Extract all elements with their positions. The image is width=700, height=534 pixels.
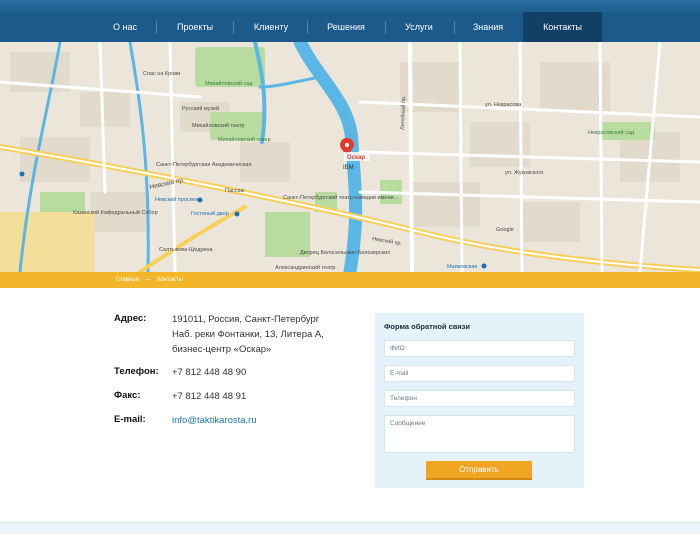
map-company-label: IBM: [343, 165, 354, 171]
nav-item-projects[interactable]: Проекты: [165, 12, 225, 42]
breadcrumb-home-link[interactable]: Главная: [116, 272, 139, 288]
nav-item-services[interactable]: Услуги: [393, 12, 445, 42]
map-label-passage: Пассаж: [225, 188, 245, 194]
map-label-spas: Спас на Крови: [143, 71, 180, 77]
nav-item-clients[interactable]: Клиенту: [243, 12, 299, 42]
map-label-kazan-cathedral: Казанский Кафедральный Собор: [73, 209, 158, 216]
email-label: E-mail:: [114, 414, 146, 425]
address-line-2: Наб. реки Фонтанки, 13, Литера А,: [172, 329, 324, 340]
nav-separator: [307, 21, 308, 34]
top-banner-strip: [0, 0, 700, 12]
footer-strip: [0, 522, 700, 534]
map-label-mikhailovsky-theatre: Михайловский театр: [192, 122, 245, 129]
map-label-nekrasova: ул. Некрасова: [485, 102, 522, 108]
map-label-russian-museum: Русский музей: [182, 105, 219, 112]
nav-separator: [156, 21, 157, 34]
nav-separator: [233, 21, 234, 34]
map-label-saltykova: Салтыкова-Щедрина: [159, 247, 214, 253]
address-line-3: бизнес-центр «Оскар»: [172, 344, 272, 355]
breadcrumb: Главная — Контакты: [0, 272, 700, 288]
nav-separator: [454, 21, 455, 34]
address-line-1: 191011, Россия, Санкт-Петербург: [172, 314, 320, 325]
map-label-mayakovskaya: Маяковская: [447, 264, 477, 270]
phone-field[interactable]: Телефон: [384, 390, 575, 407]
email-link[interactable]: info@taktikarosta.ru: [172, 413, 257, 429]
map-label-mikhailovsky-square: Михайловский сквер: [218, 136, 271, 143]
map-label-comedy-theatre: Санкт-Петербургский театр комедии имени.…: [283, 194, 399, 201]
map-canvas[interactable]: Михайловский сад Спас на Крови Русский м…: [0, 42, 700, 272]
phone-label: Телефон:: [114, 366, 159, 377]
nav-item-about[interactable]: О нас: [100, 12, 150, 42]
name-field[interactable]: ФИО: [384, 340, 575, 357]
phone-value: +7 812 448 48 90: [172, 367, 247, 378]
nav-item-solutions[interactable]: Решения: [316, 12, 376, 42]
nav-item-knowledge[interactable]: Знания: [462, 12, 514, 42]
map-label-google: Google: [496, 227, 514, 233]
map-label-nevsky-metro: Невский проспект: [155, 196, 201, 203]
main-navigation: О нас Проекты Клиенту Решения Услуги Зна…: [0, 12, 700, 42]
map-label-mikhailovsky-garden: Михайловский сад: [205, 80, 253, 87]
breadcrumb-current: Контакты: [157, 277, 183, 283]
location-map[interactable]: Михайловский сад Спас на Крови Русский м…: [0, 42, 700, 272]
feedback-form-title: Форма обратной связи: [384, 322, 471, 331]
map-label-zhukovskogo: ул. Жуковского: [505, 170, 543, 176]
nav-separator: [385, 21, 386, 34]
message-field[interactable]: Сообщение: [384, 415, 575, 453]
address-label: Адрес:: [114, 313, 147, 324]
nav-item-contacts[interactable]: Контакты: [523, 12, 602, 42]
submit-button[interactable]: Отправить: [426, 461, 532, 480]
fax-label: Факс:: [114, 390, 141, 401]
map-label-belosselsky: Дворец Белосельских-Белозерских: [300, 250, 390, 256]
map-label-liteyny: Литейный пр.: [399, 95, 407, 130]
map-label-gostiny-dvor: Гостиный двор: [191, 210, 229, 217]
email-field[interactable]: E-mail: [384, 365, 575, 382]
map-label-alexandrinsky: Александринский театр: [275, 264, 336, 271]
map-label-nekrasov-garden: Некрасовский сад: [588, 129, 635, 136]
breadcrumb-separator: —: [145, 277, 151, 283]
map-label-academy: Санкт-Петербургская Академическая: [156, 162, 251, 168]
map-pin-label: Оскар: [347, 155, 365, 161]
fax-value: +7 812 448 48 91: [172, 391, 247, 402]
